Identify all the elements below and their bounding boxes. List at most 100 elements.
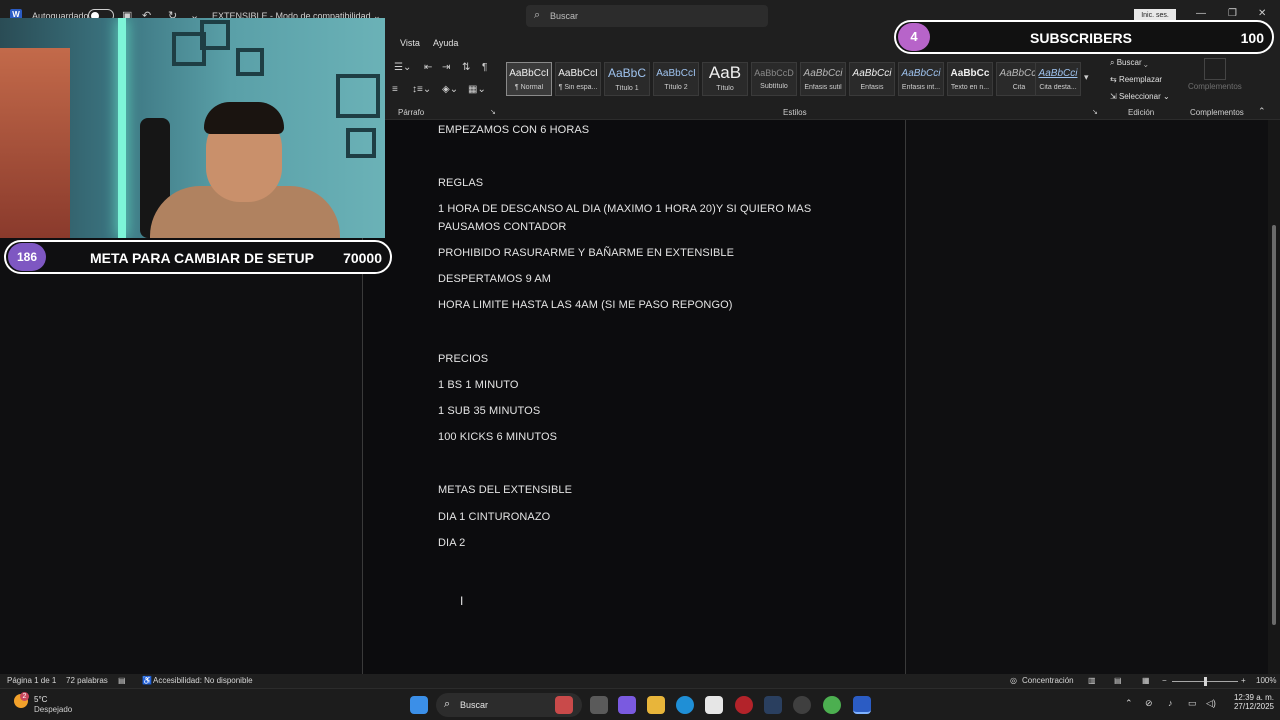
web-layout-icon[interactable]: ▦ (1142, 676, 1150, 685)
doc-line: REGLAS (438, 177, 484, 189)
tray-app-icon[interactable]: ⊘ (1145, 698, 1153, 709)
style-titulo-1[interactable]: AaBbC Título 1 (604, 62, 650, 96)
obs-icon[interactable] (793, 696, 811, 714)
subscribers-goal-bar: 4 SUBSCRIBERS 100 (894, 20, 1274, 54)
zoom-slider-thumb[interactable] (1204, 677, 1207, 686)
chrome-icon[interactable] (823, 696, 841, 714)
webcam-background-wall (0, 48, 70, 238)
style-titulo-2[interactable]: AaBbCcI Título 2 (653, 62, 699, 96)
taskbar-search-icon: ⌕ (444, 698, 451, 710)
accessibility-status[interactable]: Accesibilidad: No disponible (153, 676, 253, 685)
neon-light (118, 18, 126, 238)
zoom-in-icon[interactable]: + (1241, 676, 1246, 685)
shading-icon[interactable]: ◈⌄ (442, 84, 458, 95)
style-normal[interactable]: AaBbCcI ¶ Normal (506, 62, 552, 96)
paragraph-launcher-icon[interactable]: ↘ (490, 108, 496, 116)
print-layout-icon[interactable]: ▤ (1114, 676, 1122, 685)
microphone-icon[interactable]: ♪ (1168, 698, 1173, 708)
style-titulo[interactable]: AaB Título (702, 62, 748, 96)
doc-line: METAS DEL EXTENSIBLE (438, 484, 573, 496)
setup-goal-bar: 186 META PARA CAMBIAR DE SETUP 70000 (4, 240, 392, 274)
doc-line: DESPERTAMOS 9 AM (438, 273, 552, 285)
goal-label: META PARA CAMBIAR DE SETUP (90, 250, 314, 266)
widget-icon[interactable] (555, 696, 573, 714)
vertical-scrollbar[interactable] (1268, 120, 1280, 674)
multilevel-list-icon[interactable]: ☰⌄ (394, 62, 411, 73)
store-icon[interactable] (705, 696, 723, 714)
styles-more-icon[interactable]: ▾ (1084, 72, 1089, 83)
style-cita-destacada[interactable]: AaBbCci Cita desta... (1035, 62, 1081, 96)
style-sin-espaciado[interactable]: AaBbCcI ¶ Sin espa... (555, 62, 601, 96)
page-count[interactable]: Página 1 de 1 (7, 676, 56, 685)
opera-icon[interactable] (735, 696, 753, 714)
sort-icon[interactable]: ⇅ (462, 62, 470, 73)
file-explorer-icon[interactable] (647, 696, 665, 714)
find-label: Buscar (1116, 58, 1142, 67)
wall-shelf (336, 74, 380, 118)
steam-icon[interactable] (764, 696, 782, 714)
select-label: Seleccionar (1118, 92, 1161, 101)
justify-icon[interactable]: ≡ (392, 84, 398, 95)
zoom-level[interactable]: 100% (1256, 676, 1276, 685)
addins-button[interactable]: Complementos (1188, 82, 1242, 91)
decrease-indent-icon[interactable]: ⇤ (424, 62, 432, 73)
task-view-icon[interactable] (590, 696, 608, 714)
restore-icon[interactable]: ❐ (1228, 8, 1237, 19)
scrollbar-thumb[interactable] (1272, 225, 1276, 625)
wall-shelf (236, 48, 264, 76)
subs-label: SUBSCRIBERS (1030, 30, 1132, 46)
style-subtitulo[interactable]: AaBbCcD Subtítulo (751, 62, 797, 96)
clock[interactable]: 12:39 a. m. 27/12/2025 (1226, 693, 1274, 711)
webcam-overlay (0, 18, 385, 238)
pilcrow-icon[interactable]: ¶ (482, 62, 487, 73)
wall-shelf (200, 20, 230, 50)
addins-icon[interactable] (1204, 58, 1226, 80)
line-spacing-icon[interactable]: ↕≡⌄ (412, 84, 431, 95)
tray-chevron-icon[interactable]: ⌃ (1125, 698, 1133, 709)
document-page[interactable]: EMPEZAMOS CON 6 HORAS REGLAS 1 HORA DE D… (362, 120, 906, 674)
doc-line: HORA LIMITE HASTA LAS 4AM (SI ME PASO RE… (438, 299, 733, 311)
doc-line: PROHIBIDO RASURARME Y BAÑARME EN EXTENSI… (438, 247, 735, 259)
streamer-hair (204, 102, 284, 134)
word-count[interactable]: 72 palabras (66, 676, 108, 685)
network-icon[interactable]: ▭ (1188, 698, 1197, 709)
proofing-icon[interactable]: ▤ (118, 676, 126, 685)
replace-button[interactable]: ⇆ Reemplazar (1110, 75, 1162, 84)
read-mode-icon[interactable]: ▥ (1088, 676, 1096, 685)
tab-ayuda[interactable]: Ayuda (433, 38, 458, 48)
edge-icon[interactable] (676, 696, 694, 714)
styles-launcher-icon[interactable]: ↘ (1092, 108, 1098, 116)
weather-desc[interactable]: Despejado (34, 705, 72, 714)
borders-icon[interactable]: ▦⌄ (468, 84, 486, 95)
minimize-icon[interactable]: — (1196, 8, 1206, 19)
status-bar: Página 1 de 1 72 palabras ▤ ♿ Accesibili… (0, 674, 1280, 688)
style-enfasis-intenso[interactable]: AaBbCci Énfasis int... (898, 62, 944, 96)
weather-badge: 2 (20, 692, 29, 701)
title-search-box[interactable]: ⌕ Buscar (526, 5, 768, 27)
taskbar-search-placeholder: Buscar (460, 700, 489, 710)
volume-icon[interactable]: ◁) (1206, 698, 1216, 709)
style-texto-en-negrita[interactable]: AaBbCc Texto en n... (947, 62, 993, 96)
increase-indent-icon[interactable]: ⇥ (442, 62, 450, 73)
doc-line: EMPEZAMOS CON 6 HORAS (438, 124, 590, 136)
collapse-ribbon-icon[interactable]: ⌃ (1258, 106, 1266, 117)
doc-line: 1 HORA DE DESCANSO AL DIA (MAXIMO 1 HORA… (438, 203, 812, 215)
replace-label: Reemplazar (1118, 75, 1163, 84)
subs-target: 100 (1240, 30, 1264, 46)
doc-line: PRECIOS (438, 353, 489, 365)
select-button[interactable]: ⇲ Seleccionar ⌄ (1110, 92, 1170, 101)
style-enfasis-sutil[interactable]: AaBbCci Énfasis sutil (800, 62, 846, 96)
style-enfasis[interactable]: AaBbCci Énfasis (849, 62, 895, 96)
weather-temp[interactable]: 5°C (34, 695, 47, 704)
clock-time: 12:39 a. m. (1233, 693, 1274, 702)
tab-vista[interactable]: Vista (400, 38, 420, 48)
focus-button[interactable]: Concentración (1022, 676, 1074, 685)
close-icon[interactable]: ✕ (1258, 8, 1266, 19)
word-taskbar-icon[interactable] (853, 696, 871, 714)
zoom-out-icon[interactable]: − (1162, 676, 1167, 685)
search-icon: ⌕ (534, 9, 541, 21)
find-button[interactable]: ⌕ Buscar ⌄ (1110, 58, 1148, 68)
start-icon[interactable] (410, 696, 428, 714)
title-search-placeholder: Buscar (550, 11, 579, 21)
copilot-icon[interactable] (618, 696, 636, 714)
